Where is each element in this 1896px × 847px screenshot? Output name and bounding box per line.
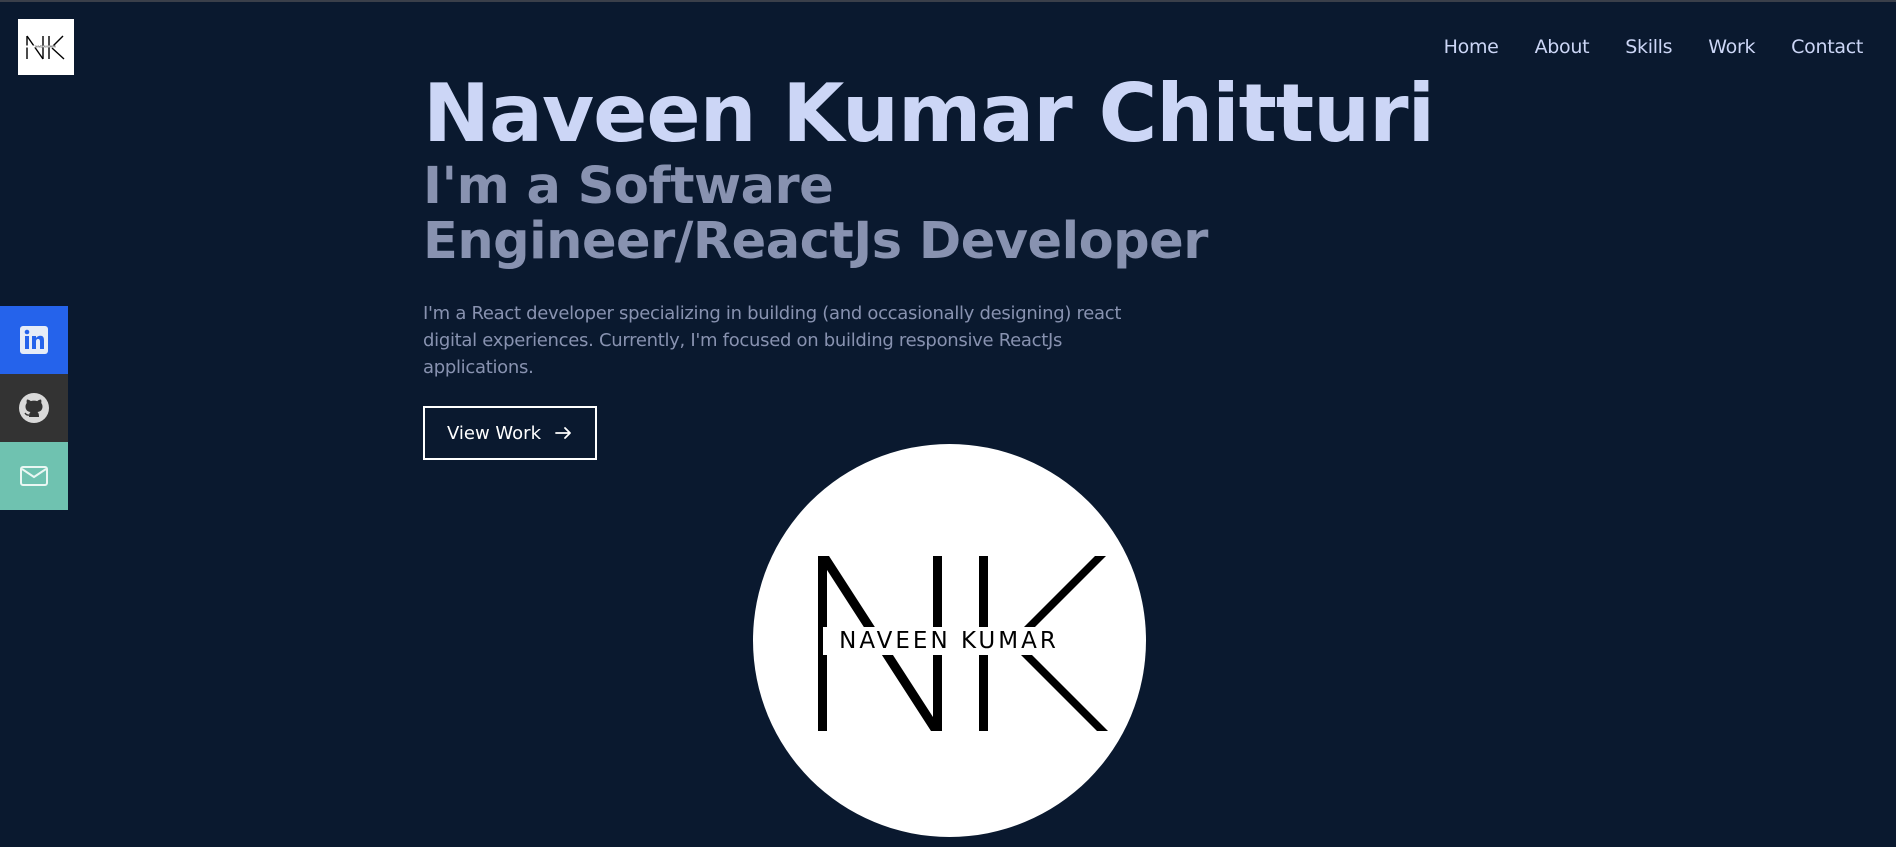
hero-tagline: I'm a Software Engineer/ReactJs Develope… (423, 157, 1208, 271)
svg-text:NAVEEN KUMAR: NAVEEN KUMAR (839, 628, 1059, 654)
linkedin-link[interactable] (0, 306, 68, 374)
email-link[interactable] (0, 442, 68, 510)
github-icon (19, 393, 49, 423)
social-sidebar (0, 306, 68, 510)
view-work-button[interactable]: View Work (423, 406, 597, 460)
hero-section: Naveen Kumar Chitturi I'm a Software Eng… (423, 67, 1435, 460)
avatar-logo: NAVEEN KUMAR (753, 444, 1146, 837)
svg-text:NAVEEN KUMAR: NAVEEN KUMAR (35, 44, 56, 48)
main-nav: Home About Skills Work Contact (1444, 36, 1864, 58)
github-link[interactable] (0, 374, 68, 442)
nk-logo-icon: NAVEEN KUMAR (24, 35, 67, 60)
hero-description: I'm a React developer specializing in bu… (423, 303, 1122, 378)
linkedin-icon (20, 326, 48, 354)
nav-skills[interactable]: Skills (1625, 36, 1672, 58)
nav-work[interactable]: Work (1708, 36, 1755, 58)
nk-monogram-icon: NAVEEN KUMAR (818, 556, 1108, 731)
nav-about[interactable]: About (1535, 36, 1590, 58)
site-logo[interactable]: NAVEEN KUMAR (18, 19, 74, 75)
view-work-label: View Work (446, 422, 542, 444)
mail-icon (20, 466, 48, 486)
nav-contact[interactable]: Contact (1791, 36, 1863, 58)
hero-name: Naveen Kumar Chitturi (423, 67, 1435, 160)
top-border (0, 0, 1896, 2)
arrow-right-icon (555, 427, 571, 439)
nav-home[interactable]: Home (1444, 36, 1499, 58)
